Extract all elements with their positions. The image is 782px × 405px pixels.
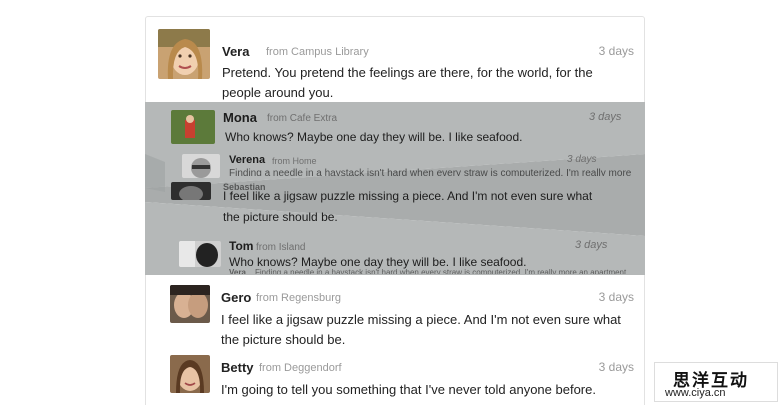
post-location: from Campus Library	[266, 46, 369, 58]
post-message: Finding a needle in a haystack isn't har…	[255, 268, 627, 274]
post-location: from Deggendorf	[259, 362, 342, 374]
post-message-line: I'm going to tell you something that I'v…	[221, 382, 596, 397]
post-author[interactable]: Vera	[229, 268, 246, 274]
post-location: from Island	[256, 242, 306, 253]
post-location: from Regensburg	[256, 292, 341, 304]
post-message: I feel like a jigsaw puzzle missing a pi…	[221, 310, 621, 350]
post-location: from Cafe Extra	[267, 113, 338, 124]
post-message-line: I feel like a jigsaw puzzle missing a pi…	[223, 189, 593, 203]
avatar[interactable]	[171, 182, 211, 200]
avatar[interactable]	[170, 355, 210, 393]
post-time: 3 days	[567, 154, 597, 165]
post-location: from Home	[272, 156, 317, 166]
avatar[interactable]	[171, 110, 215, 144]
activity-feed: Vera from Campus Library 3 days Pretend.…	[145, 16, 645, 405]
avatar[interactable]	[179, 241, 221, 267]
feed-card-bottom: Gero from Regensburg 3 days I feel like …	[145, 275, 645, 405]
post-message: I feel like a jigsaw puzzle missing a pi…	[223, 186, 592, 228]
post-author[interactable]: Vera	[222, 44, 249, 59]
post-message-line: I feel like a jigsaw puzzle missing a pi…	[221, 312, 621, 327]
watermark-url: www.ciya.cn	[665, 387, 726, 399]
post-time: 3 days	[589, 111, 622, 123]
avatar[interactable]	[182, 154, 220, 178]
post-author[interactable]: Mona	[223, 110, 257, 125]
post-message-line: people around you.	[222, 85, 334, 100]
feed-card-top: Vera from Campus Library 3 days Pretend.…	[145, 16, 645, 102]
post-message: I'm going to tell you something that I'v…	[221, 380, 596, 400]
post-message: Who knows? Maybe one day they will be. I…	[229, 255, 527, 269]
post-message-line: Pretend. You pretend the feelings are th…	[222, 65, 593, 80]
post-time: 3 days	[598, 360, 634, 374]
post-message-line: the picture should be.	[221, 332, 346, 347]
post-time: 3 days	[598, 290, 634, 304]
post-author[interactable]: Gero	[221, 290, 251, 305]
post-message: Who knows? Maybe one day they will be. I…	[225, 130, 523, 144]
post-author[interactable]: Betty	[221, 360, 254, 375]
post-author[interactable]: Tom	[229, 239, 253, 253]
avatar[interactable]	[158, 29, 210, 79]
post-author[interactable]: Verena	[229, 154, 265, 166]
post-time: 3 days	[598, 44, 634, 58]
post-message: Pretend. You pretend the feelings are th…	[222, 63, 593, 103]
avatar[interactable]	[170, 285, 210, 323]
post-message-line: the picture should be.	[223, 210, 338, 224]
watermark-logo: 思洋互动 www.ciya.cn	[654, 362, 778, 402]
post-time: 3 days	[575, 239, 608, 251]
folded-feed-section[interactable]: Mona from Cafe Extra 3 days Who knows? M…	[145, 102, 645, 275]
post-message: Finding a needle in a haystack isn't har…	[229, 168, 632, 176]
